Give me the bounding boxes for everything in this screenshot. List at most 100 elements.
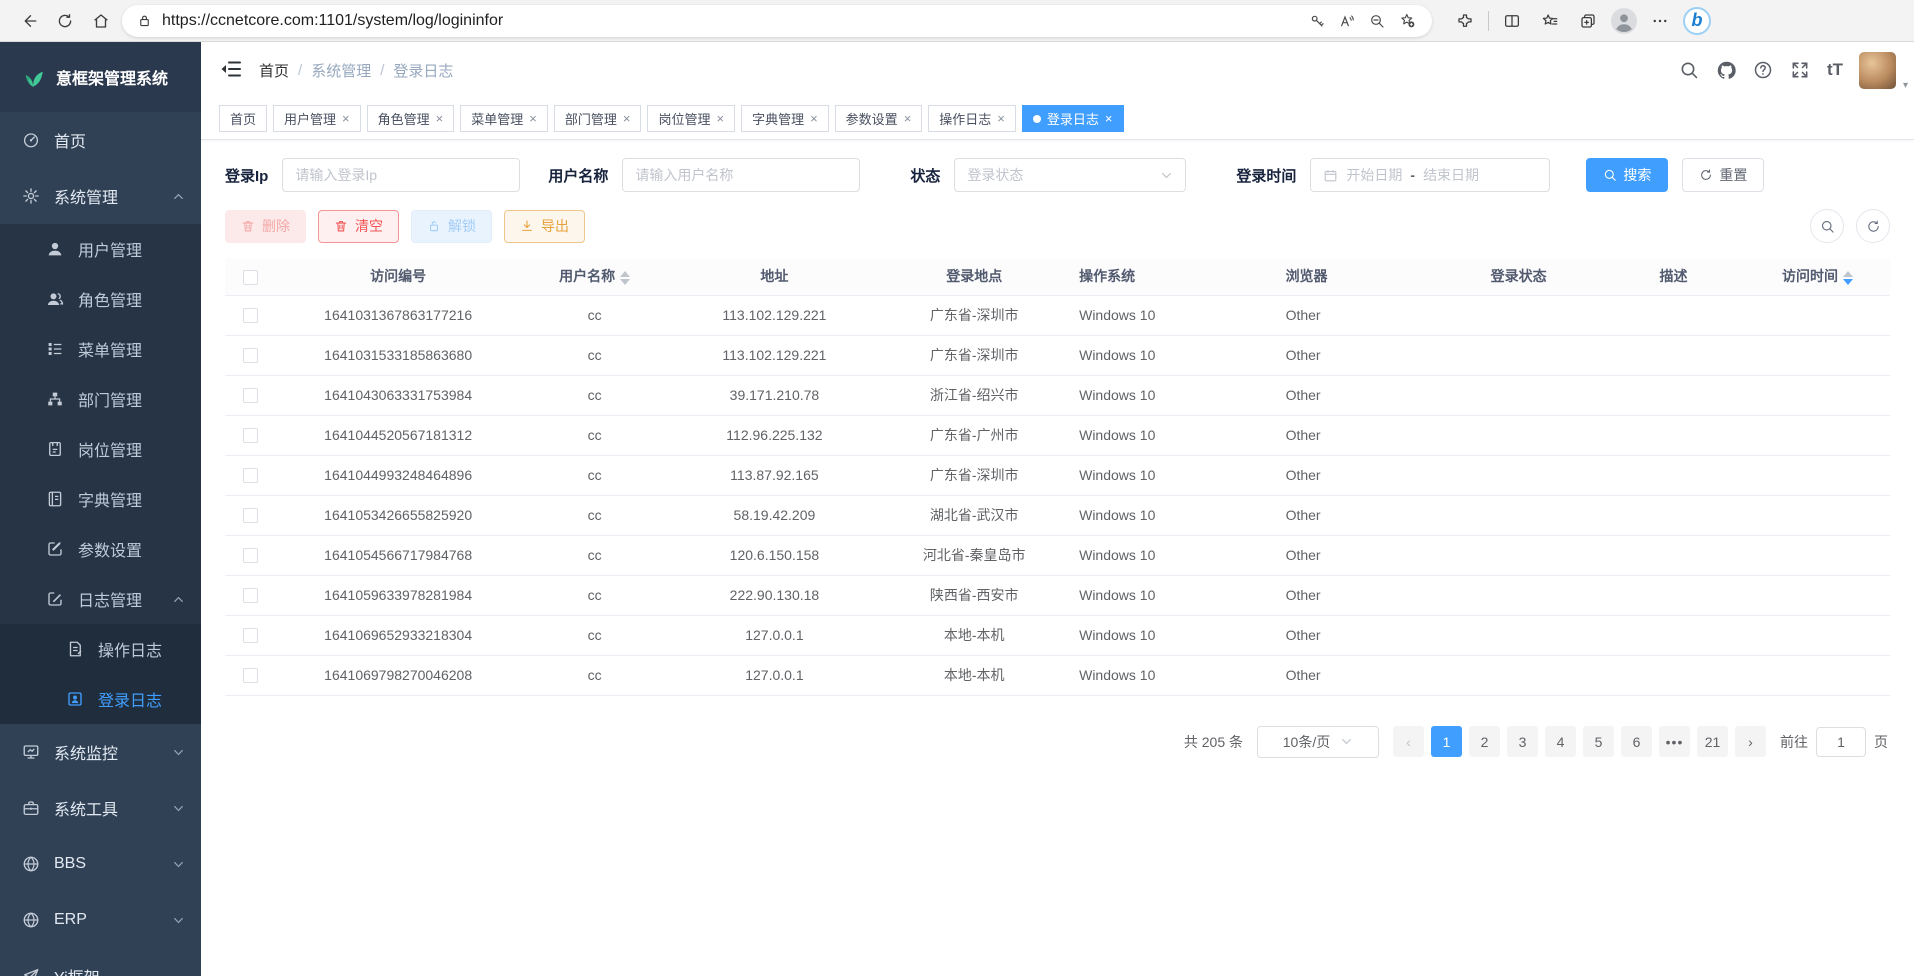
sort-caret[interactable] [1843,271,1853,285]
清空-button[interactable]: 清空 [318,210,399,243]
删除-button[interactable]: 删除 [225,210,306,243]
tab-close-icon[interactable]: × [436,111,444,126]
browser-essentials-icon[interactable] [1450,6,1480,36]
sidebar-item-登录日志[interactable]: 登录日志 [0,674,201,724]
sidebar-item-参数设置[interactable]: 参数设置 [0,524,201,574]
breadcrumb-item[interactable]: 首页 [259,60,289,81]
sidebar-item-BBS[interactable]: BBS [0,836,201,892]
sidebar-item-菜单管理[interactable]: 菜单管理 [0,324,201,374]
row-checkbox[interactable] [243,468,258,483]
sidebar-item-系统工具[interactable]: 系统工具 [0,780,201,836]
row-checkbox[interactable] [243,508,258,523]
tab-操作日志[interactable]: 操作日志× [928,105,1016,132]
row-checkbox[interactable] [243,668,258,683]
tab-部门管理[interactable]: 部门管理× [554,105,642,132]
sidebar-item-用户管理[interactable]: 用户管理 [0,224,201,274]
sidebar-item-岗位管理[interactable]: 岗位管理 [0,424,201,474]
read-aloud-icon[interactable] [1334,8,1360,34]
ip-input[interactable]: 请输入登录Ip [282,158,520,192]
url-text[interactable]: https://ccnetcore.com:1101/system/log/lo… [162,12,1296,30]
refresh-table-button[interactable] [1856,209,1890,243]
page-size-select[interactable]: 10条/页 [1257,726,1379,758]
tab-close-icon[interactable]: × [716,111,724,126]
tab-close-icon[interactable]: × [1105,111,1113,126]
tab-close-icon[interactable]: × [623,111,631,126]
split-screen-icon[interactable] [1497,6,1527,36]
favorites-icon[interactable] [1535,6,1565,36]
more-menu-icon[interactable] [1645,6,1675,36]
back-icon[interactable] [14,6,44,36]
collections-icon[interactable] [1573,6,1603,36]
page-button-6[interactable]: 6 [1621,726,1652,757]
github-icon[interactable] [1716,60,1737,81]
zoom-out-icon[interactable] [1364,8,1390,34]
row-checkbox[interactable] [243,588,258,603]
bing-chat-icon[interactable]: b [1683,7,1711,35]
row-checkbox[interactable] [243,348,258,363]
status-select[interactable]: 登录状态 [954,158,1186,192]
sort-caret[interactable] [620,271,630,285]
address-bar[interactable]: https://ccnetcore.com:1101/system/log/lo… [122,5,1432,37]
sidebar-item-系统管理[interactable]: 系统管理 [0,168,201,224]
page-button-5[interactable]: 5 [1583,726,1614,757]
sidebar-fold-icon[interactable] [219,57,245,83]
password-key-icon[interactable] [1304,8,1330,34]
tab-字典管理[interactable]: 字典管理× [741,105,829,132]
prev-page-button[interactable]: ‹ [1393,726,1424,757]
row-checkbox[interactable] [243,628,258,643]
tab-close-icon[interactable]: × [810,111,818,126]
tab-close-icon[interactable]: × [904,111,912,126]
reset-button[interactable]: 重置 [1682,158,1764,192]
refresh-icon[interactable] [50,6,80,36]
page-button-2[interactable]: 2 [1469,726,1500,757]
page-button-4[interactable]: 4 [1545,726,1576,757]
column-header-访问时间[interactable]: 访问时间 [1745,258,1890,295]
goto-page-input[interactable] [1816,727,1866,757]
sidebar-item-字典管理[interactable]: 字典管理 [0,474,201,524]
page-button-1[interactable]: 1 [1431,726,1462,757]
tab-close-icon[interactable]: × [342,111,350,126]
tab-用户管理[interactable]: 用户管理× [273,105,361,132]
page-button-3[interactable]: 3 [1507,726,1538,757]
username-input[interactable]: 请输入用户名称 [622,158,860,192]
home-icon[interactable] [86,6,116,36]
sidebar-item-部门管理[interactable]: 部门管理 [0,374,201,424]
next-page-button[interactable]: › [1735,726,1766,757]
font-size-icon[interactable]: tT [1827,60,1843,81]
tab-close-icon[interactable]: × [529,111,537,126]
tab-登录日志[interactable]: 登录日志× [1022,105,1124,132]
row-checkbox[interactable] [243,388,258,403]
sidebar-item-操作日志[interactable]: 操作日志 [0,624,201,674]
sidebar-item-Yi框架[interactable]: Yi框架 [0,948,201,976]
sidebar-item-角色管理[interactable]: 角色管理 [0,274,201,324]
解锁-button[interactable]: 解锁 [411,210,492,243]
favorite-add-icon[interactable] [1394,8,1420,34]
fullscreen-icon[interactable] [1790,60,1811,81]
row-checkbox[interactable] [243,428,258,443]
sidebar-item-ERP[interactable]: ERP [0,892,201,948]
tab-角色管理[interactable]: 角色管理× [367,105,455,132]
more-pages-button[interactable]: ••• [1659,726,1690,757]
browser-profile-icon[interactable] [1611,8,1637,34]
导出-button[interactable]: 导出 [504,210,585,243]
tab-close-icon[interactable]: × [997,111,1005,126]
toggle-search-button[interactable] [1810,209,1844,243]
tab-菜单管理[interactable]: 菜单管理× [460,105,548,132]
header-search-icon[interactable] [1679,60,1700,81]
sidebar-item-日志管理[interactable]: 日志管理 [0,574,201,624]
sidebar-item-首页[interactable]: 首页 [0,112,201,168]
search-button[interactable]: 搜索 [1586,158,1668,192]
row-checkbox[interactable] [243,548,258,563]
date-range-picker[interactable]: 开始日期 - 结束日期 [1310,158,1550,192]
tab-岗位管理[interactable]: 岗位管理× [647,105,735,132]
user-avatar[interactable]: ▾ [1859,52,1896,89]
tab-首页[interactable]: 首页 [219,105,267,132]
help-icon[interactable] [1753,60,1774,81]
page-button-21[interactable]: 21 [1697,726,1728,757]
column-header-用户名称[interactable]: 用户名称 [520,258,670,295]
date-start-placeholder: 开始日期 [1346,165,1402,185]
row-checkbox[interactable] [243,308,258,323]
sidebar-item-系统监控[interactable]: 系统监控 [0,724,201,780]
tab-参数设置[interactable]: 参数设置× [835,105,923,132]
select-all-checkbox[interactable] [243,270,258,285]
